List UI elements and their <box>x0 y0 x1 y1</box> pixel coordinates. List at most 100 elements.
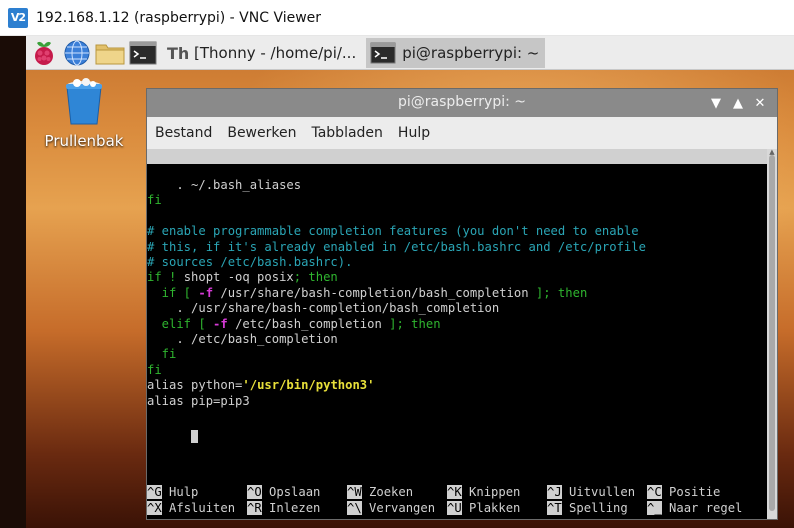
code-line: # this, if it's already enabled in /etc/… <box>147 240 646 255</box>
taskbar-task-terminal-label: pi@raspberrypi: ~ <box>402 43 540 62</box>
shortcut-label: Naar regel <box>661 501 743 515</box>
shortcut-key: ^\ <box>347 501 362 515</box>
code-token: alias pip=pip3 <box>147 393 250 408</box>
window-controls: ▼ ▲ ✕ <box>705 93 771 113</box>
terminal-content[interactable]: GNU nano 3.2/home/pi/.bashrc . ~/.bash_a… <box>147 149 767 519</box>
scrollbar-thumb[interactable] <box>769 155 775 511</box>
shortcut-key: ^O <box>247 485 262 499</box>
code-line: # enable programmable completion feature… <box>147 224 639 239</box>
text-cursor <box>191 430 199 443</box>
shortcut-label: Zoeken <box>361 485 414 499</box>
thonny-icon: Th <box>167 44 188 63</box>
code-token: fi <box>147 362 162 377</box>
minimize-icon[interactable]: ▼ <box>705 93 727 113</box>
code-token: -f <box>198 285 214 300</box>
code-line: . ~/.bash_aliases <box>147 178 301 193</box>
trash-label: Prullenbak <box>44 132 124 150</box>
terminal-window: pi@raspberrypi: ~ ▼ ▲ ✕ Bestand Bewerken… <box>146 88 778 520</box>
menu-bewerken[interactable]: Bewerken <box>227 125 296 141</box>
terminal-scrollbar[interactable]: ▲ <box>767 149 777 519</box>
code-line: elif [ -f /etc/bash_completion ]; then <box>147 317 441 332</box>
code-token: ; then <box>293 270 338 285</box>
code-token: fi <box>147 193 162 208</box>
shortcut-key: ^K <box>447 485 462 499</box>
menu-bestand[interactable]: Bestand <box>155 125 212 141</box>
shortcut-label: Hulp <box>161 485 199 499</box>
code-token: # this, if it's already enabled in /etc/… <box>147 239 646 254</box>
nano-shortcut[interactable]: ^J Uitvullen <box>547 485 635 500</box>
code-token: . /etc/bash_completion <box>147 332 338 346</box>
taskbar: Th [Thonny - /home/pi/... pi@raspberrypi… <box>26 36 794 70</box>
shortcut-key: ^X <box>147 501 162 515</box>
code-line: . /usr/share/bash-completion/bash_comple… <box>147 301 499 316</box>
code-token: /etc/bash_completion <box>227 316 382 331</box>
nano-app-name: GNU nano 3.2 <box>191 164 294 178</box>
code-line: alias pip=pip3 <box>147 394 250 409</box>
code-token: alias python= <box>147 378 243 393</box>
nano-shortcut[interactable]: ^\ Vervangen <box>347 501 435 516</box>
nano-shortcut[interactable]: ^U Plakken <box>447 501 520 516</box>
code-token: . /usr/share/bash-completion/bash_comple… <box>147 301 500 316</box>
nano-header: GNU nano 3.2/home/pi/.bashrc <box>147 149 767 178</box>
shortcut-label: Spelling <box>561 501 628 515</box>
maximize-icon[interactable]: ▲ <box>727 93 749 113</box>
taskbar-task-terminal[interactable]: pi@raspberrypi: ~ <box>366 37 546 68</box>
desktop-trash[interactable]: Prullenbak <box>44 78 124 150</box>
nano-shortcut[interactable]: ^K Knippen <box>447 485 520 500</box>
shortcut-key: ^C <box>647 485 662 499</box>
terminal-title: pi@raspberrypi: ~ <box>397 94 527 110</box>
shortcut-label: Inlezen <box>261 501 321 515</box>
vnc-window-title: 192.168.1.12 (raspberrypi) - VNC Viewer <box>36 9 322 26</box>
shortcut-key: ^_ <box>647 501 662 515</box>
svg-text:Th: Th <box>167 44 188 63</box>
shortcut-label: Plakken <box>461 501 521 515</box>
taskbar-task-thonny-label: [Thonny - /home/pi/... <box>194 43 357 62</box>
code-token: # sources /etc/bash.bashrc). <box>147 255 353 269</box>
code-token: if ! <box>147 270 184 285</box>
nano-shortcut[interactable]: ^C Positie <box>647 485 720 500</box>
close-icon[interactable]: ✕ <box>749 93 771 113</box>
terminal-icon[interactable] <box>128 38 158 68</box>
code-line: fi <box>147 347 177 362</box>
shortcut-label: Vervangen <box>361 501 436 515</box>
globe-icon[interactable] <box>62 38 92 68</box>
nano-shortcut[interactable]: ^X Afsluiten <box>147 501 235 516</box>
terminal-titlebar[interactable]: pi@raspberrypi: ~ ▼ ▲ ✕ <box>147 89 777 117</box>
vnc-logo-icon: V2 <box>8 7 28 28</box>
shortcut-key: ^W <box>347 485 362 499</box>
shortcut-key: ^T <box>547 501 562 515</box>
trash-icon <box>66 78 102 125</box>
code-line: fi <box>147 193 162 208</box>
nano-shortcut[interactable]: ^G Hulp <box>147 485 198 500</box>
nano-shortcut[interactable]: ^_ Naar regel <box>647 501 742 516</box>
code-line: alias python='/usr/bin/python3' <box>147 378 374 393</box>
menu-tabbladen[interactable]: Tabbladen <box>311 125 382 141</box>
code-token: # enable programmable completion feature… <box>147 224 639 239</box>
code-token: ]; then <box>381 316 441 331</box>
code-line: fi <box>147 363 162 378</box>
taskbar-task-thonny[interactable]: Th [Thonny - /home/pi/... <box>162 38 362 68</box>
nano-file-name: /home/pi/.bashrc <box>402 164 520 178</box>
code-token: /usr/share/bash-completion/bash_completi… <box>213 285 529 300</box>
code-token: -f <box>213 316 228 331</box>
nano-shortcut[interactable]: ^W Zoeken <box>347 485 413 500</box>
code-token: if [ <box>147 285 199 300</box>
cursor-line <box>147 414 199 443</box>
shortcut-label: Knippen <box>461 485 521 499</box>
code-token: elif [ <box>147 316 214 331</box>
code-line: if [ -f /usr/share/bash-completion/bash_… <box>147 285 588 301</box>
raspberry-menu-icon[interactable] <box>29 38 59 68</box>
code-token: . ~/.bash_aliases <box>147 178 302 192</box>
shortcut-key: ^U <box>447 501 462 515</box>
code-token: shopt -oq posix <box>183 270 294 285</box>
code-token: fi <box>147 347 177 362</box>
terminal-icon <box>370 42 396 63</box>
nano-shortcut[interactable]: ^R Inlezen <box>247 501 320 516</box>
code-line: # sources /etc/bash.bashrc). <box>147 255 352 270</box>
shortcut-key: ^R <box>247 501 262 515</box>
menu-hulp[interactable]: Hulp <box>398 125 430 141</box>
folder-icon[interactable] <box>95 38 125 68</box>
shortcut-label: Positie <box>661 485 721 499</box>
nano-shortcut[interactable]: ^T Spelling <box>547 501 628 516</box>
nano-shortcut[interactable]: ^O Opslaan <box>247 485 320 500</box>
